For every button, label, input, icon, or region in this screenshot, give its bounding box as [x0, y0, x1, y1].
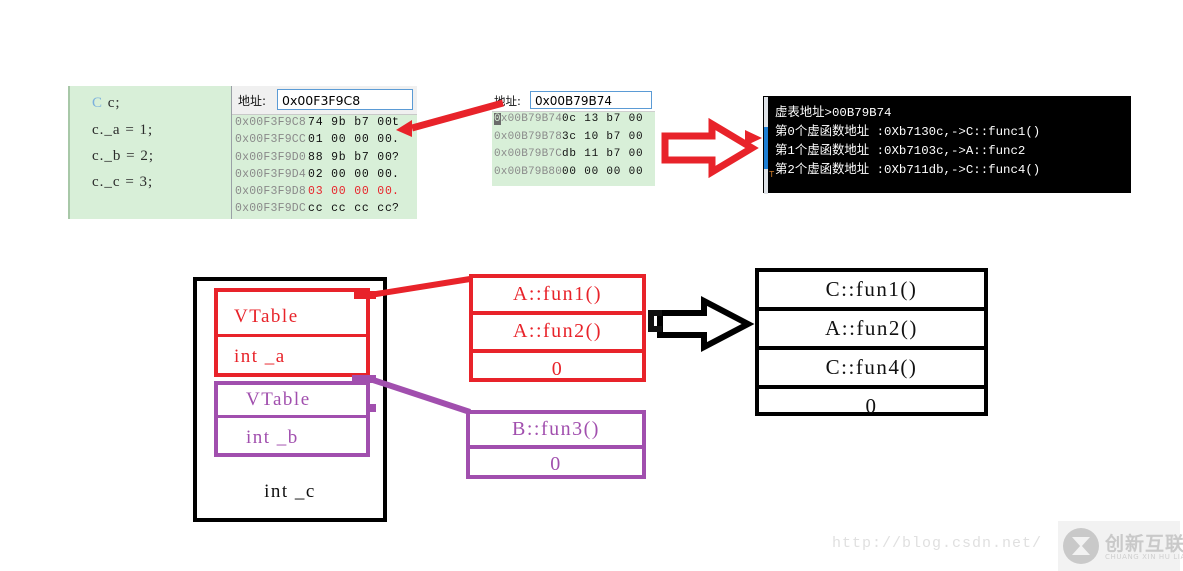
- code-line-text: c._c = 3;: [92, 174, 154, 190]
- marker-mem2-row: [662, 137, 680, 155]
- vtable-b-entry: 0: [550, 452, 562, 475]
- console-line-1: 第0个虚函数地址 :0Xb7130c,->C::func1(): [775, 125, 1041, 139]
- code-line-text: c._b = 2;: [92, 148, 155, 164]
- hex-ascii: ?: [392, 202, 399, 216]
- memory-window-1: 地址: 0x00F3F9C8 0x00F3F9C8 74 9b b7 00 t …: [231, 86, 417, 219]
- watermark-url: http://blog.csdn.net/: [832, 535, 1043, 552]
- hex-row: 0x00F3F9D4 02 00 00 00 .: [232, 167, 417, 184]
- memory-2-address-bar: 地址: 0x00B79B74: [492, 90, 655, 112]
- vtable-merged-entry: A::fun2(): [759, 311, 984, 350]
- code-line-2: c._b = 2;: [92, 148, 154, 165]
- address-label: 地址:: [238, 94, 267, 108]
- address-label: 地址:: [494, 94, 521, 108]
- hex-bytes: 3c 10 b7 00: [562, 130, 644, 143]
- logo-pinyin-text: CHUANG XIN HU LIAN: [1105, 553, 1183, 561]
- code-line-0: C c;: [92, 95, 121, 112]
- hex-bytes: 0c 13 b7 00: [562, 113, 644, 125]
- hex-row: 0x00B79B78 3c 10 b7 00: [492, 130, 655, 148]
- hex-row-highlighted: 0x00F3F9D8 03 00 00 00 .: [232, 184, 417, 201]
- hex-bytes: 74 9b b7 00: [308, 116, 393, 129]
- memory-1-hexdump: 0x00F3F9C8 74 9b b7 00 t 0x00F3F9CC 01 0…: [232, 115, 417, 219]
- code-line-text: c._a = 1;: [92, 122, 154, 138]
- tick-vtable-a-right: [648, 310, 662, 332]
- hex-address: 0x00F3F9CC: [235, 133, 307, 147]
- hex-row: 0x00B79B80 00 00 00 00: [492, 165, 655, 183]
- block-arrow-mem2-to-console: [661, 117, 759, 179]
- code-editor-pane: C c; c._a = 1; c._b = 2; c._c = 3;: [68, 86, 231, 219]
- console-line-3: 第2个虚函数地址 :0Xb711db,->C::func4(): [775, 163, 1041, 177]
- cell-vtable-a: VTable: [218, 299, 366, 337]
- block-arrow-to-merged-vtable: [657, 296, 755, 352]
- hex-row: 0x00F3F9C8 74 9b b7 00 t: [232, 115, 417, 132]
- hex-bytes: 88 9b b7 00: [308, 150, 393, 164]
- hex-address: 0x00B79B74: [494, 113, 563, 125]
- code-line-3: c._c = 3;: [92, 174, 153, 191]
- hex-ascii: .: [392, 133, 399, 147]
- memory-1-address-input[interactable]: 0x00F3F9C8: [277, 89, 413, 110]
- vtable-a-entry: 0: [551, 357, 564, 380]
- memory-1-address-bar: 地址: 0x00F3F9C8: [232, 86, 417, 115]
- memory-2-hexdump: 0x00B79B74 0c 13 b7 00 0x00B79B78 3c 10 …: [492, 112, 655, 186]
- watermark-logo: 创新互联 CHUANG XIN HU LIAN: [1058, 521, 1183, 571]
- hex-address: 0x00F3F9C8: [235, 116, 307, 129]
- hex-ascii: ?: [392, 150, 399, 164]
- vtable-a-entry: A::fun2(): [473, 315, 642, 353]
- hex-row-selected: 0x00B79B74 0c 13 b7 00: [492, 112, 655, 130]
- diagram-canvas: C c; c._a = 1; c._b = 2; c._c = 3; 地址: 0…: [0, 0, 1183, 571]
- logo-mark-icon: [1063, 528, 1099, 564]
- vtable-merged-entry: C::fun1(): [759, 272, 984, 311]
- hex-address: 0x00F3F9D4: [235, 167, 307, 181]
- hex-ascii: t: [392, 116, 399, 129]
- hex-bytes: 02 00 00 00: [308, 167, 393, 181]
- console-window: 虚表地址>00B79B74 第0个虚函数地址 :0Xb7130c,->C::fu…: [763, 96, 1131, 194]
- console-line-0: 虚表地址>00B79B74: [775, 106, 892, 120]
- vtable-a-box: A::fun1() A::fun2() 0: [469, 274, 646, 382]
- hex-address: 0x00B79B78: [494, 130, 563, 143]
- cell-int-b: int _b: [246, 426, 299, 448]
- hex-address: 0x00B79B7C: [494, 148, 563, 160]
- cell-vtable-b: VTable: [218, 385, 366, 418]
- memory-2-address-input[interactable]: 0x00B79B74: [530, 91, 652, 109]
- code-type-token: C: [92, 95, 104, 111]
- cell-int-a: int _a: [234, 346, 286, 367]
- hex-address: 0x00F3F9D0: [235, 150, 307, 164]
- vtable-b-entry: B::fun3(): [470, 414, 642, 449]
- vtable-merged-box: C::fun1() A::fun2() C::fun4() 0: [755, 268, 988, 418]
- vtable-merged-entry: 0: [865, 394, 878, 418]
- hex-row: 0x00F3F9CC 01 00 00 00 .: [232, 132, 417, 149]
- code-line-text: c;: [103, 95, 121, 111]
- console-line-2: 第1个虚函数地址 :0Xb7103c,->A::func2: [775, 144, 1026, 158]
- hex-bytes: 01 00 00 00: [308, 133, 393, 147]
- console-prompt-char: T: [769, 170, 775, 180]
- logo-chinese-text: 创新互联: [1105, 533, 1183, 555]
- arrowhead-into-console: [745, 130, 762, 146]
- code-line-1: c._a = 1;: [92, 122, 153, 139]
- vtable-b-box: B::fun3() 0: [466, 410, 646, 479]
- hex-ascii: .: [392, 167, 399, 181]
- hex-row: 0x00F3F9D0 88 9b b7 00 ?: [232, 150, 417, 167]
- vtable-a-entry: A::fun1(): [473, 278, 642, 316]
- cell-int-c: int _c: [264, 481, 316, 502]
- hex-bytes: db 11 b7 00: [562, 148, 644, 160]
- memory-window-2: 地址: 0x00B79B74 0x00B79B74 0c 13 b7 00 0x…: [492, 90, 655, 186]
- hex-row: 0x00B79B7C db 11 b7 00: [492, 147, 655, 165]
- hex-bytes: 00 00 00 00: [562, 165, 644, 178]
- hex-address: 0x00B79B80: [494, 165, 563, 178]
- vtable-merged-entry: C::fun4(): [759, 350, 984, 389]
- hex-address: 0x00F3F9DC: [235, 202, 307, 216]
- console-gutter-accent: [764, 127, 768, 169]
- hex-row: 0x00F3F9DC cc cc cc cc ?: [232, 201, 417, 218]
- hex-bytes: 03 00 00 00: [308, 185, 393, 199]
- hex-ascii: .: [392, 185, 399, 199]
- hex-address: 0x00F3F9D8: [235, 185, 307, 199]
- hex-bytes: cc cc cc cc: [308, 202, 393, 216]
